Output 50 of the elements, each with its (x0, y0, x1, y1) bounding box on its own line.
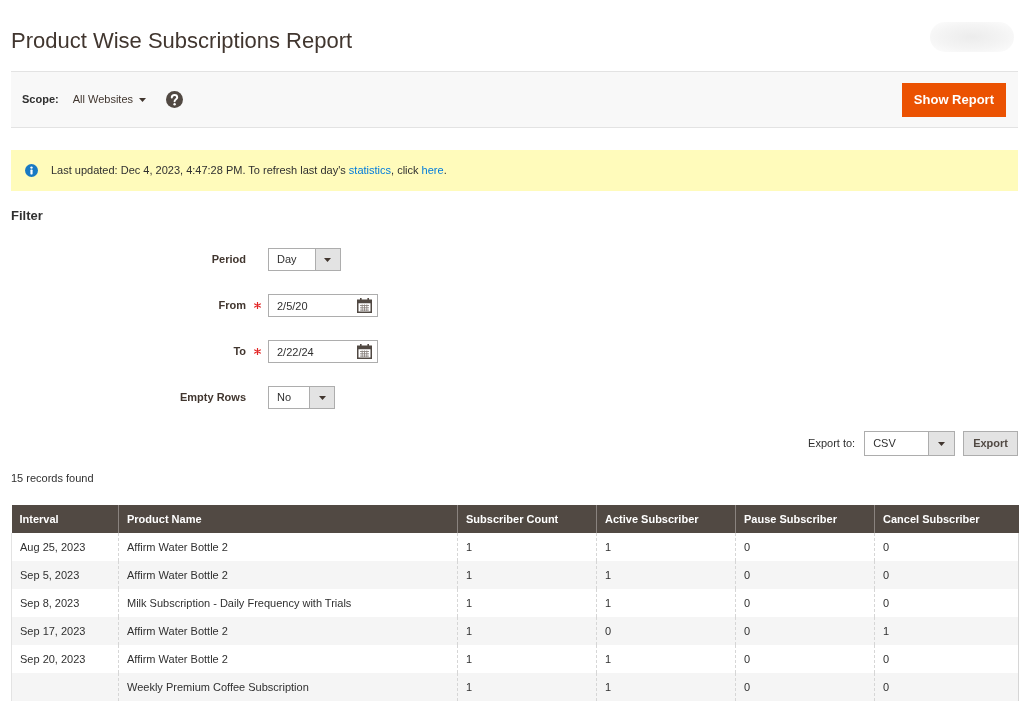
column-header[interactable]: Pause Subscriber (735, 505, 875, 533)
export-button[interactable]: Export (963, 431, 1018, 456)
table-cell: Affirm Water Bottle 2 (118, 617, 458, 645)
caret-icon (938, 441, 946, 446)
field-label: To (233, 344, 246, 360)
table-cell: 1 (457, 561, 597, 589)
table-cell: Sep 5, 2023 (11, 561, 119, 589)
scope-label: Scope: (22, 92, 59, 108)
page-title: Product Wise Subscriptions Report (11, 28, 353, 54)
calendar-icon (357, 344, 372, 359)
dropdown-field[interactable]: No (268, 386, 336, 409)
text-link[interactable]: here (421, 164, 444, 177)
show-report-button[interactable]: Show Report (901, 82, 1006, 117)
table-cell: 0 (596, 617, 736, 645)
dropdown-field[interactable]: Day (268, 248, 341, 271)
date-field[interactable]: 2/5/20 (268, 294, 378, 317)
info-icon (25, 164, 38, 177)
caret-icon (139, 97, 146, 102)
update-message: Last updated: Dec 4, 2023, 4:47:28 PM. To refresh last day's statistics, click here. (51, 163, 447, 179)
table-cell: 0 (735, 617, 875, 645)
help-icon (166, 91, 183, 108)
field-label: Empty Rows (180, 390, 246, 406)
table-cell: 1 (874, 617, 1019, 645)
dropdown-field[interactable]: CSV (864, 431, 956, 456)
table-cell: 0 (735, 673, 875, 701)
filter-heading: Filter (11, 208, 43, 224)
table-cell: 0 (874, 673, 1019, 701)
scope-dropdown[interactable]: All Websites (72, 91, 146, 108)
table-cell: 1 (457, 617, 597, 645)
calendar-icon (357, 298, 372, 313)
column-header[interactable]: Subscriber Count (457, 505, 597, 533)
column-header[interactable]: Interval (11, 505, 119, 533)
field-label: Period (211, 252, 246, 268)
table-cell: Sep 17, 2023 (11, 617, 119, 645)
table-cell: 0 (735, 561, 875, 589)
records-count: 15 records found (11, 471, 94, 486)
export-label: Export to: (808, 436, 856, 452)
table-cell: 0 (874, 561, 1019, 589)
column-header[interactable]: Product Name (118, 505, 458, 533)
date-field[interactable]: 2/22/24 (268, 340, 378, 363)
column-header[interactable]: Cancel Subscriber (874, 505, 1019, 533)
field-label: From (218, 298, 246, 314)
table-cell: Weekly Premium Coffee Subscription (118, 673, 458, 701)
table-cell: Affirm Water Bottle 2 (118, 561, 458, 589)
column-header[interactable]: Active Subscriber (596, 505, 736, 533)
table-cell: 1 (457, 673, 597, 701)
caret-icon (318, 395, 326, 400)
table-cell: 1 (596, 561, 736, 589)
table-cell: 1 (596, 673, 736, 701)
caret-icon (324, 257, 332, 262)
